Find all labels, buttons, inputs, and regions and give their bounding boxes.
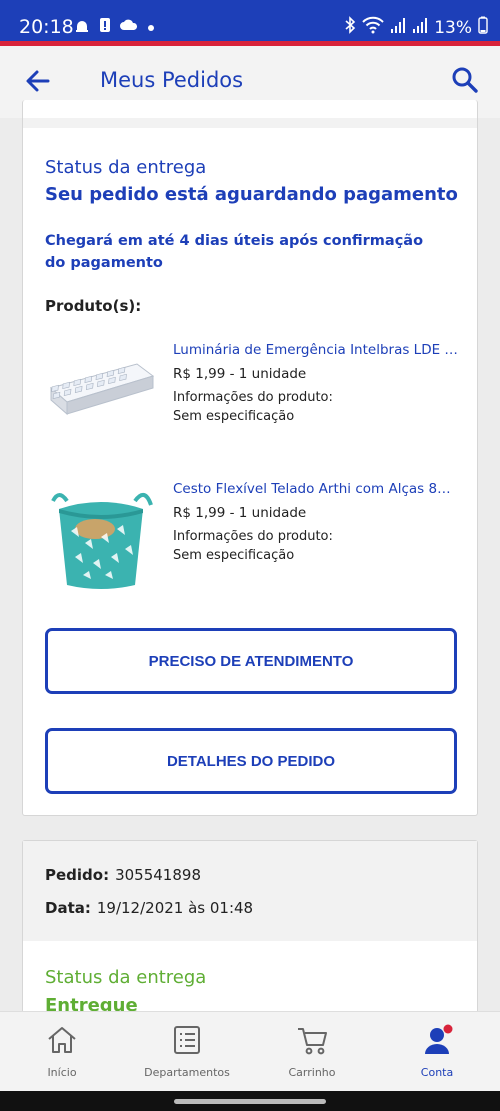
bluetooth-icon (344, 16, 356, 39)
product-info-value: Sem especificação (173, 409, 295, 424)
order-details-button[interactable]: DETALHES DO PEDIDO (45, 728, 457, 794)
product-price: R$ 1,99 - 1 unidade (173, 366, 307, 382)
signal-icon (390, 16, 406, 39)
nav-label: Início (47, 1066, 77, 1079)
cart-icon (295, 1023, 329, 1057)
product-price: R$ 1,99 - 1 unidade (173, 505, 307, 521)
need-help-button[interactable]: PRECISO DE ATENDIMENTO (45, 628, 457, 694)
status-right-icons: 13% (344, 16, 488, 39)
product-info-label: Informações do produto: (173, 390, 333, 405)
status-bar: 20:18 13% (0, 0, 500, 46)
basket-image[interactable] (45, 481, 157, 593)
nav-item-departamentos[interactable]: Departamentos (137, 1012, 237, 1092)
order-number-label: Pedido: (45, 866, 110, 884)
nav-item-conta[interactable]: Conta (387, 1012, 487, 1092)
order-number-row: Pedido: 305541898 (45, 866, 201, 884)
order-info-box: Pedido: 305541898 Data: 19/12/2021 às 01:4… (23, 841, 477, 941)
back-arrow-icon[interactable] (22, 64, 56, 98)
page-title: Meus Pedidos (100, 68, 244, 92)
system-gesture-bar (0, 1091, 500, 1111)
card-header-strip (23, 118, 477, 128)
signal-icon (412, 16, 428, 39)
nav-label: Carrinho (288, 1066, 336, 1079)
product-info-label: Informações do produto: (173, 529, 333, 544)
delivery-status-label: Status da entrega (45, 967, 207, 988)
order-date: 19/12/2021 às 01:48 (96, 899, 254, 917)
cloud-icon (120, 18, 138, 36)
status-time: 20:18 (19, 16, 74, 38)
product-name-link[interactable]: Luminária de Emergência Intelbras LDE 30… (173, 342, 458, 358)
delivery-status-label: Status da entrega (45, 157, 207, 178)
android-icon (74, 17, 90, 37)
status-left-icons (74, 17, 155, 37)
bottom-navigation: Início Departamentos Carrinho Conta (0, 1011, 500, 1091)
nav-item-inicio[interactable]: Início (12, 1012, 112, 1092)
list-icon (170, 1023, 204, 1057)
order-card: Pedido: 305541898 Data: 19/12/2021 às 01:4… (22, 840, 478, 1040)
alert-icon (99, 17, 111, 37)
search-icon[interactable] (448, 63, 482, 97)
nav-item-carrinho[interactable]: Carrinho (262, 1012, 362, 1092)
dot-icon (147, 18, 155, 36)
order-date-label: Data: (45, 899, 91, 917)
product-name-link[interactable]: Cesto Flexível Telado Arthi com Alças 81… (173, 481, 458, 497)
nav-label: Departamentos (144, 1066, 230, 1079)
order-card: Status da entrega Seu pedido está aguard… (22, 100, 478, 816)
order-date-row: Data: 19/12/2021 às 01:48 (45, 899, 253, 917)
nav-label: Conta (420, 1066, 454, 1079)
arrival-estimate: Chegará em até 4 dias úteis após confirm… (45, 233, 424, 271)
battery-icon (478, 16, 488, 39)
emergency-light-image[interactable] (45, 336, 157, 448)
product-info-value: Sem especificação (173, 548, 295, 563)
battery-text: 13% (434, 17, 472, 38)
home-icon (45, 1023, 79, 1057)
home-gesture-pill[interactable] (174, 1099, 326, 1104)
products-label: Produto(s): (45, 297, 142, 315)
user-icon (420, 1023, 454, 1057)
wifi-icon (362, 16, 384, 39)
delivery-status-value: Seu pedido está aguardando pagamento (45, 184, 458, 205)
order-number: 305541898 (115, 866, 201, 884)
